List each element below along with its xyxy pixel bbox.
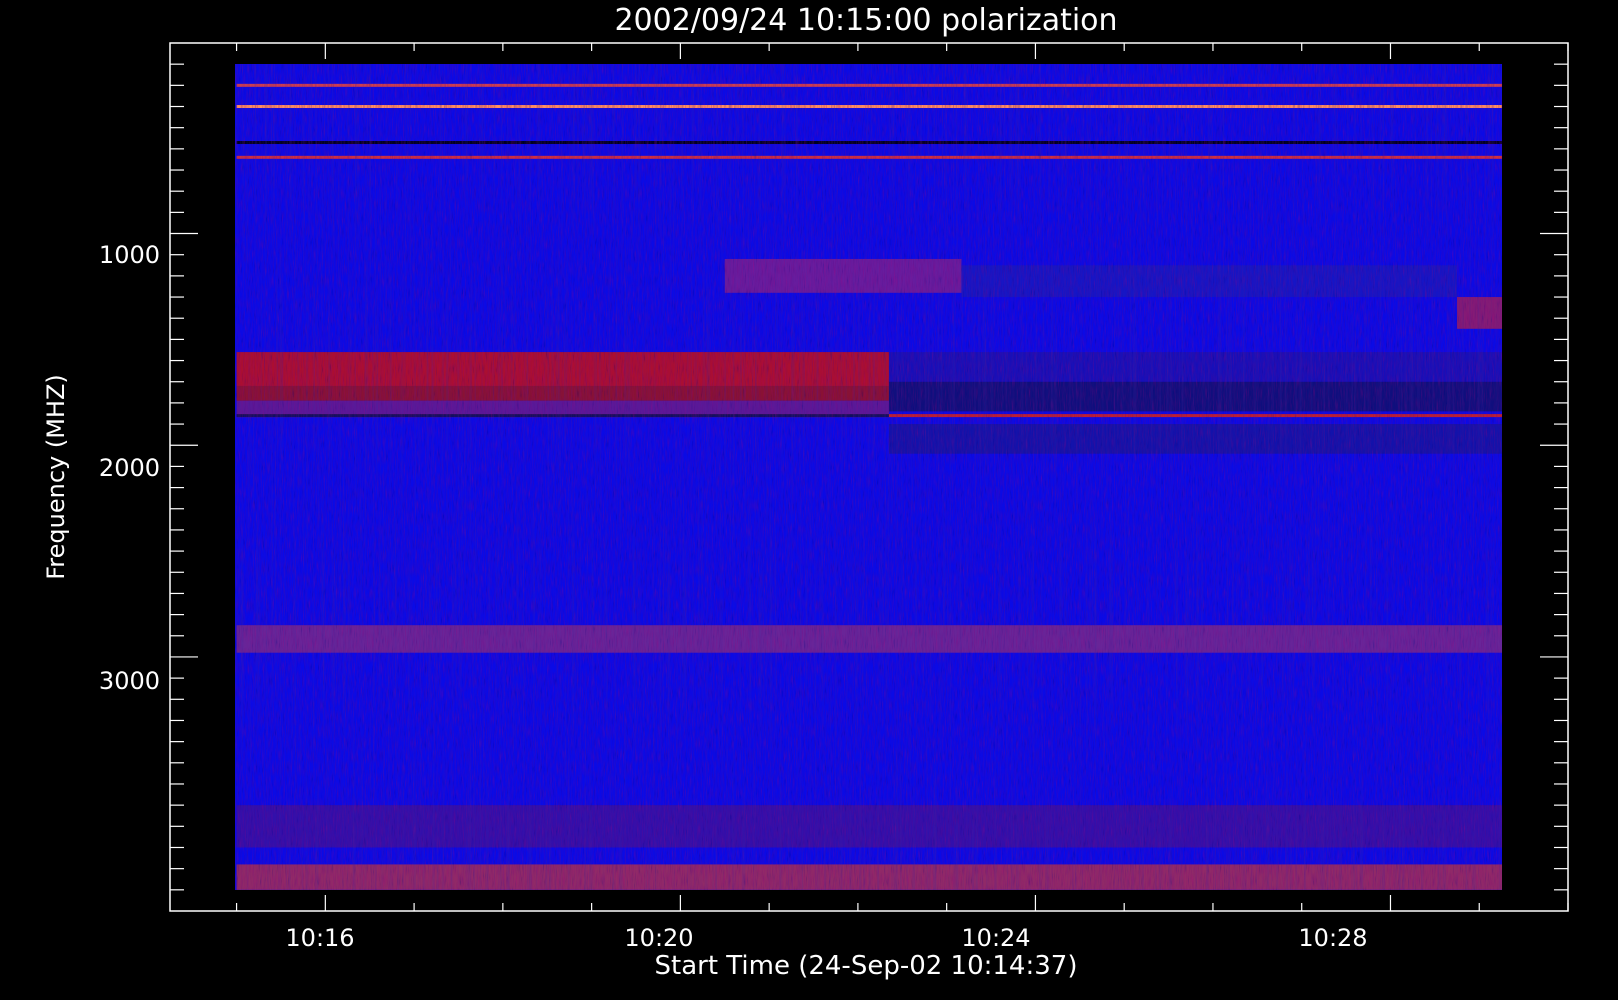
heatmap-streaks xyxy=(235,64,1502,890)
y-tick-label: 3000 xyxy=(99,667,160,695)
chart-title: 2002/09/24 10:15:00 polarization xyxy=(614,3,1117,38)
x-tick-label: 10:20 xyxy=(624,924,693,952)
x-tick-label: 10:28 xyxy=(1298,924,1367,952)
x-tick-label: 10:16 xyxy=(285,924,354,952)
x-tick-label: 10:24 xyxy=(961,924,1030,952)
y-tick-label: 1000 xyxy=(99,241,160,269)
plot-area xyxy=(235,64,1502,890)
x-axis-label: Start Time (24-Sep-02 10:14:37) xyxy=(655,951,1078,981)
y-axis-label: Frequency (MHZ) xyxy=(42,374,70,580)
y-tick-label: 2000 xyxy=(99,454,160,482)
spectrogram-figure: 2002/09/24 10:15:00 polarization 10:16 1… xyxy=(42,3,1569,981)
